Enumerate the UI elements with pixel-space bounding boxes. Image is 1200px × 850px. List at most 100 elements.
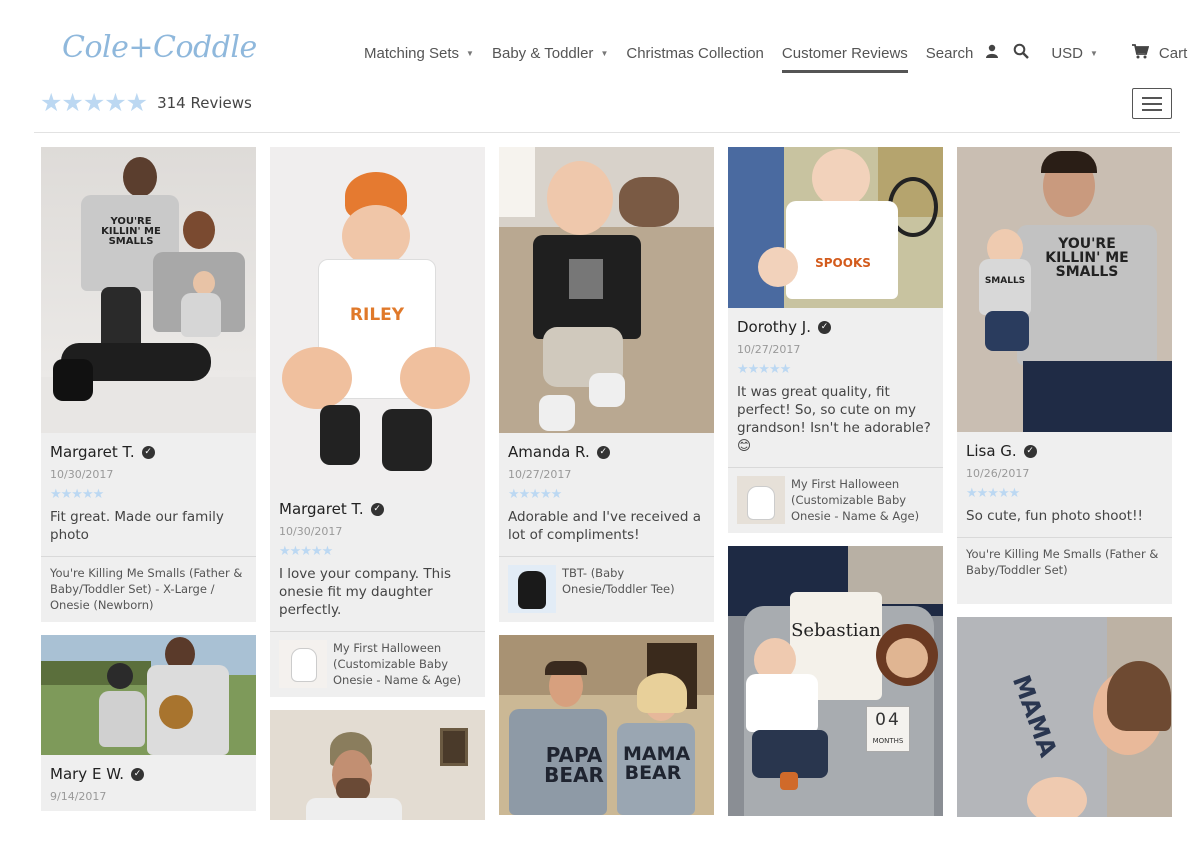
review-info: Margaret T. ✓ 10/30/2017 ★★★★★ Fit great.… — [41, 433, 256, 556]
review-info: Dorothy J. ✓ 10/27/2017 ★★★★★ It was grea… — [728, 308, 943, 467]
product-thumbnail — [279, 640, 327, 688]
verified-check-icon: ✓ — [1023, 444, 1037, 458]
nav-christmas-collection[interactable]: Christmas Collection — [626, 45, 764, 62]
verified-check-icon: ✓ — [131, 767, 145, 781]
review-card[interactable]: MAMA — [957, 617, 1172, 817]
verified-check-icon: ✓ — [817, 320, 831, 334]
review-photo[interactable]: SPOOKS — [728, 147, 943, 308]
search-icon[interactable] — [1013, 43, 1030, 63]
reviewer-name-text: Mary E W. — [50, 765, 125, 783]
review-photo[interactable] — [499, 147, 714, 433]
product-name: TBT- (Baby Onesie/Toddler Tee) — [562, 566, 675, 596]
nav-label: Baby & Toddler — [491, 44, 594, 62]
nav-baby-toddler[interactable]: Baby & Toddler ▼ — [492, 45, 608, 62]
nav-customer-reviews[interactable]: Customer Reviews — [781, 44, 908, 73]
nav-matching-sets[interactable]: Matching Sets ▼ — [364, 45, 474, 62]
review-date: 10/30/2017 — [279, 525, 343, 538]
review-date: 10/26/2017 — [966, 467, 1030, 480]
shirt-print: YOU'RE KILLIN' ME SMALLS — [101, 216, 161, 247]
review-card[interactable]: PAPA BEAR MAMA BEAR — [499, 635, 714, 815]
shirt-print: RILEY — [349, 305, 405, 325]
smiley-emoji: 😊 — [737, 438, 752, 454]
shirt-print: YOU'RE KILLIN' ME SMALLS — [1045, 236, 1129, 280]
product-name: My First Halloween (Customizable Baby On… — [333, 641, 462, 687]
reviewer-name-text: Margaret T. — [279, 500, 364, 518]
review-star-rating: ★★★★★ — [737, 362, 791, 377]
review-card[interactable]: Mary E W. ✓ 9/14/2017 — [41, 635, 256, 811]
review-text: It was great quality, fit perfect! So, s… — [737, 383, 934, 455]
caret-down-icon: ▼ — [1089, 49, 1098, 59]
review-photo[interactable]: YOU'RE KILLIN' ME SMALLS SMALLS — [957, 147, 1172, 432]
review-info: Lisa G. ✓ 10/26/2017 ★★★★★ So cute, fun p… — [957, 432, 1172, 537]
product-thumbnail — [737, 476, 785, 524]
currency-select[interactable]: USD ▼ — [1051, 45, 1098, 62]
reviewer-name-text: Margaret T. — [50, 443, 135, 461]
verified-check-icon: ✓ — [596, 445, 610, 459]
review-product-link[interactable]: You're Killing Me Smalls (Father & Baby/… — [41, 556, 256, 622]
shirt-print: SPOOKS — [815, 256, 871, 270]
reviewer-name: Margaret T. ✓ — [279, 500, 476, 518]
product-name: You're Killing Me Smalls (Father & Baby/… — [966, 547, 1159, 577]
summary-star-rating: ★★★★★ — [40, 88, 148, 117]
review-text: I love your company. This onesie fit my … — [279, 566, 451, 618]
reviews-column-3: Amanda R. ✓ 10/27/2017 ★★★★★ Adorable and… — [499, 147, 714, 828]
review-date: 10/30/2017 — [50, 468, 114, 481]
user-account-icon[interactable] — [985, 44, 999, 62]
review-star-rating: ★★★★★ — [50, 487, 104, 502]
review-card[interactable]: YOU'RE KILLIN' ME SMALLS Margaret T. ✓ 10… — [41, 147, 256, 622]
review-card[interactable]: YOU'RE KILLIN' ME SMALLS SMALLS Lisa G. ✓… — [957, 147, 1172, 604]
months-label: MONTHS — [872, 737, 904, 745]
review-count[interactable]: 314 Reviews — [157, 94, 252, 112]
review-text: Fit great. Made our family photo — [50, 509, 224, 543]
reviewer-name-text: Lisa G. — [966, 442, 1017, 460]
review-photo[interactable]: RILEY — [270, 147, 485, 490]
nav-label: Customer Reviews — [781, 44, 908, 62]
months-number: 04 — [875, 710, 901, 730]
review-star-rating: ★★★★★ — [966, 486, 1020, 501]
nav-label: Search — [925, 44, 974, 62]
product-name: My First Halloween (Customizable Baby On… — [791, 477, 920, 523]
store-logo[interactable]: Cole+Coddle — [62, 30, 257, 65]
reviews-column-4: SPOOKS Dorothy J. ✓ 10/27/2017 ★★★★★ It w… — [728, 147, 943, 829]
hamburger-menu-button[interactable] — [1132, 88, 1172, 119]
nav-label: Matching Sets — [364, 44, 460, 62]
review-date: 10/27/2017 — [508, 468, 572, 481]
review-product-link[interactable]: My First Halloween (Customizable Baby On… — [728, 467, 943, 533]
shirt-print-small: SMALLS — [984, 276, 1026, 286]
review-photo[interactable] — [41, 635, 256, 755]
review-photo[interactable]: Sebastian 04 MONTHS — [728, 546, 943, 816]
review-date: 9/14/2017 — [50, 790, 107, 803]
review-text: Adorable and I've received a lot of comp… — [508, 509, 702, 543]
nav-cart[interactable]: Cart — [1159, 45, 1187, 62]
review-photo[interactable]: PAPA BEAR MAMA BEAR — [499, 635, 714, 815]
papa-bear-print: PAPA BEAR — [544, 743, 604, 787]
review-photo[interactable]: MAMA — [957, 617, 1172, 817]
review-text: So cute, fun photo shoot!! — [966, 508, 1143, 524]
review-photo[interactable] — [270, 710, 485, 820]
review-card[interactable]: Amanda R. ✓ 10/27/2017 ★★★★★ Adorable and… — [499, 147, 714, 622]
review-star-rating: ★★★★★ — [508, 487, 562, 502]
header-divider — [34, 132, 1180, 133]
verified-check-icon: ✓ — [370, 502, 384, 516]
review-date: 10/27/2017 — [737, 343, 801, 356]
review-product-link[interactable]: My First Halloween (Customizable Baby On… — [270, 631, 485, 697]
reviews-column-5: YOU'RE KILLIN' ME SMALLS SMALLS Lisa G. ✓… — [957, 147, 1172, 830]
review-info: Amanda R. ✓ 10/27/2017 ★★★★★ Adorable and… — [499, 433, 714, 556]
review-card[interactable] — [270, 710, 485, 820]
caret-down-icon: ▼ — [466, 49, 474, 59]
main-nav: Matching Sets ▼ Baby & Toddler ▼ Christmas… — [364, 43, 1187, 73]
review-product-link[interactable]: You're Killing Me Smalls (Father & Baby/… — [957, 537, 1172, 604]
review-star-rating: ★★★★★ — [279, 544, 333, 559]
cart-icon[interactable] — [1131, 43, 1150, 63]
reviews-column-1: YOU'RE KILLIN' ME SMALLS Margaret T. ✓ 10… — [41, 147, 256, 824]
review-text-body: It was great quality, fit perfect! So, s… — [737, 384, 931, 436]
nav-label: Christmas Collection — [626, 44, 764, 62]
review-card[interactable]: RILEY Margaret T. ✓ 10/30/2017 ★★★★★ I lo… — [270, 147, 485, 697]
nav-search[interactable]: Search — [926, 45, 974, 62]
reviewer-name-text: Dorothy J. — [737, 318, 811, 336]
review-card[interactable]: Sebastian 04 MONTHS — [728, 546, 943, 816]
review-info: Margaret T. ✓ 10/30/2017 ★★★★★ I love you… — [270, 490, 485, 631]
review-product-link[interactable]: TBT- (Baby Onesie/Toddler Tee) — [499, 556, 714, 622]
review-card[interactable]: SPOOKS Dorothy J. ✓ 10/27/2017 ★★★★★ It w… — [728, 147, 943, 533]
review-photo[interactable]: YOU'RE KILLIN' ME SMALLS — [41, 147, 256, 433]
